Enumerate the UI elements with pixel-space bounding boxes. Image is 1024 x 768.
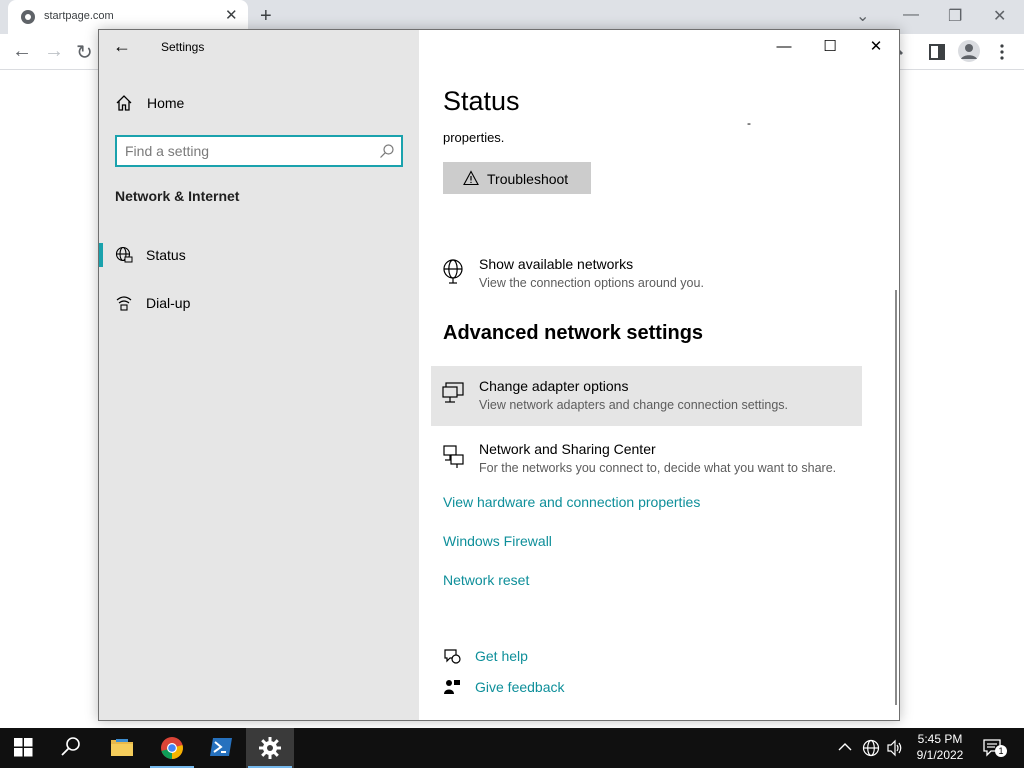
settings-taskbar-button[interactable]: [246, 728, 294, 768]
feedback-icon: [444, 680, 460, 694]
scrollbar[interactable]: [895, 290, 897, 705]
powershell-icon: [210, 738, 232, 756]
browser-menu-icon[interactable]: [999, 44, 1005, 65]
browser-tab-title: startpage.com: [44, 10, 114, 22]
browser-forward-button[interactable]: →: [44, 40, 64, 63]
stray-dash: -: [747, 116, 751, 130]
search-box[interactable]: [115, 135, 403, 167]
dialup-icon: [116, 296, 132, 311]
link-windows-firewall[interactable]: Windows Firewall: [443, 533, 552, 549]
folder-icon: [111, 739, 133, 756]
browser-reload-button[interactable]: ↻: [76, 40, 93, 65]
sidebar-item-label: Dial-up: [146, 295, 191, 311]
change-adapter-options[interactable]: Change adapter options View network adap…: [431, 366, 862, 426]
back-button[interactable]: ←: [113, 36, 131, 57]
taskbar: 5:45 PM 9/1/2022 1: [0, 728, 1024, 768]
advanced-heading: Advanced network settings: [443, 322, 704, 344]
page-title: Status: [443, 86, 520, 116]
action-center-button[interactable]: 1: [982, 738, 1007, 768]
app-title: Settings: [161, 40, 205, 54]
start-button[interactable]: [0, 728, 48, 768]
clock-time: 5:45 PM: [917, 732, 963, 746]
show-hidden-icons-button[interactable]: [838, 740, 852, 768]
help-icon: [444, 649, 461, 664]
item-title: Network and Sharing Center: [479, 441, 656, 457]
sharing-center-icon: [443, 445, 464, 468]
search-input[interactable]: [125, 142, 375, 160]
section-title: Network & Internet: [115, 188, 240, 204]
item-title: Show available networks: [479, 256, 634, 272]
sidebar-item-status[interactable]: Status: [99, 237, 419, 273]
search-icon[interactable]: [379, 143, 395, 159]
clock-date: 9/1/2022: [916, 748, 964, 762]
properties-text: properties.: [443, 130, 505, 145]
browser-restore-button[interactable]: ❐: [948, 6, 962, 26]
settings-main: — ☐ ✕ Status properties. - Troubleshoot …: [419, 30, 899, 720]
gear-icon: [259, 737, 281, 759]
home-label: Home: [147, 95, 185, 111]
get-help-link[interactable]: Get help: [475, 648, 528, 664]
sidebar-item-label: Status: [146, 247, 186, 263]
search-taskbar-button[interactable]: [48, 728, 96, 768]
adapter-icon: [442, 382, 464, 403]
minimize-button[interactable]: —: [761, 34, 807, 60]
browser-back-button[interactable]: ←: [12, 40, 32, 63]
tab-search-button[interactable]: ⌄: [856, 6, 869, 26]
link-hardware-properties[interactable]: View hardware and connection properties: [443, 494, 700, 510]
item-title: Change adapter options: [479, 378, 629, 394]
network-globe-icon: [443, 259, 463, 284]
chrome-icon: [161, 737, 183, 759]
powershell-taskbar-button[interactable]: [197, 728, 245, 768]
settings-window: ← Settings Home Network & Internet: [98, 29, 900, 721]
search-icon: [61, 737, 80, 756]
settings-sidebar: ← Settings Home Network & Internet: [99, 30, 419, 720]
chevron-up-icon: [838, 743, 852, 751]
browser-minimize-button[interactable]: —: [903, 6, 919, 24]
chrome-taskbar-button[interactable]: [148, 728, 196, 768]
troubleshoot-label: Troubleshoot: [487, 171, 569, 187]
windows-logo-icon: [14, 738, 33, 757]
sidebar-item-dial-up[interactable]: Dial-up: [99, 285, 419, 321]
troubleshoot-button[interactable]: Troubleshoot: [443, 162, 591, 194]
tab-close-icon[interactable]: ✕: [225, 7, 238, 25]
network-globe-icon: [862, 739, 880, 757]
new-tab-button[interactable]: +: [260, 5, 272, 28]
warning-icon: [463, 170, 479, 186]
file-explorer-button[interactable]: [98, 728, 146, 768]
globe-icon: [115, 246, 133, 263]
network-sharing-center[interactable]: Network and Sharing Center For the netwo…: [431, 429, 862, 489]
network-tray-button[interactable]: [862, 739, 880, 768]
item-description: View network adapters and change connect…: [479, 398, 788, 412]
item-description: View the connection options around you.: [479, 276, 704, 290]
selection-indicator: [99, 243, 103, 267]
maximize-button[interactable]: ☐: [807, 34, 853, 60]
favicon-icon: [21, 10, 35, 24]
close-button[interactable]: ✕: [853, 34, 899, 60]
side-panel-icon[interactable]: [929, 44, 945, 65]
link-network-reset[interactable]: Network reset: [443, 572, 529, 588]
item-description: For the networks you connect to, decide …: [479, 461, 837, 475]
browser-close-button[interactable]: ✕: [993, 6, 1006, 26]
notification-count-badge: 1: [995, 745, 1007, 757]
system-clock[interactable]: 5:45 PM 9/1/2022: [900, 731, 980, 763]
profile-avatar-icon[interactable]: [958, 40, 980, 67]
give-feedback-link[interactable]: Give feedback: [475, 679, 565, 695]
home-icon: [116, 95, 132, 111]
show-available-networks[interactable]: Show available networks View the connect…: [431, 244, 862, 304]
